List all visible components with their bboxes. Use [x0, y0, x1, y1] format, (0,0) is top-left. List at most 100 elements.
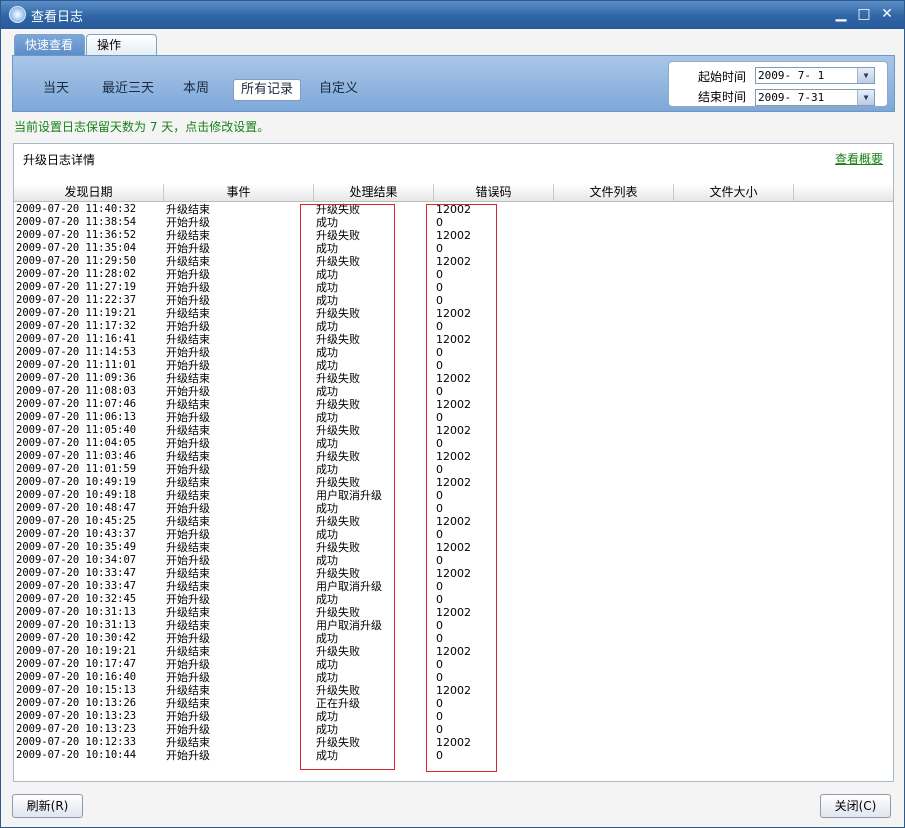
view-summary-link[interactable]: 查看概要 [835, 150, 883, 167]
cell-date: 2009-07-20 11:11:01 [16, 359, 137, 371]
shield-app-icon [9, 6, 26, 23]
cell-date: 2009-07-20 11:14:53 [16, 346, 137, 358]
cell-event: 开始升级 [166, 385, 210, 398]
cell-date: 2009-07-20 10:31:13 [16, 606, 137, 618]
cell-date: 2009-07-20 11:16:41 [16, 333, 137, 345]
close-button[interactable]: 关闭(C) [820, 794, 891, 818]
cell-event: 开始升级 [166, 281, 210, 294]
title-bar[interactable]: 查看日志 ▁ □ ✕ [1, 1, 904, 29]
cell-event: 开始升级 [166, 463, 210, 476]
log-viewer-window: 查看日志 ▁ □ ✕ 快速查看 操作 当天 最近三天 本周 所有记录 自定义 起… [0, 0, 905, 828]
cell-event: 升级结束 [166, 580, 210, 593]
cell-event: 开始升级 [166, 268, 210, 281]
cell-event: 升级结束 [166, 697, 210, 710]
cell-date: 2009-07-20 10:43:37 [16, 528, 137, 540]
cell-date: 2009-07-20 10:16:40 [16, 671, 137, 683]
chevron-down-icon[interactable]: ▼ [857, 90, 874, 105]
retention-notice-link[interactable]: 当前设置日志保留天数为 7 天，点击修改设置。 [14, 118, 269, 135]
tab-quick-view[interactable]: 快速查看 [14, 34, 85, 56]
cell-date: 2009-07-20 11:28:02 [16, 268, 137, 280]
cell-event: 开始升级 [166, 658, 210, 671]
cell-event: 升级结束 [166, 606, 210, 619]
cell-date: 2009-07-20 11:29:50 [16, 255, 137, 267]
cell-event: 升级结束 [166, 684, 210, 697]
cell-date: 2009-07-20 11:17:32 [16, 320, 137, 332]
end-date-value: 2009- 7-31 [758, 91, 825, 104]
range-custom[interactable]: 自定义 [312, 79, 365, 101]
cell-date: 2009-07-20 10:30:42 [16, 632, 137, 644]
cell-date: 2009-07-20 11:09:36 [16, 372, 137, 384]
end-time-label: 结束时间 [698, 90, 747, 104]
cell-event: 升级结束 [166, 450, 210, 463]
range-all-records[interactable]: 所有记录 [233, 79, 302, 101]
cell-event: 开始升级 [166, 242, 210, 255]
cell-date: 2009-07-20 10:35:49 [16, 541, 137, 553]
log-detail-panel: 升级日志详情 查看概要 发现日期 事件 处理结果 错误码 文件列表 文件大小 2… [13, 143, 894, 782]
window-title: 查看日志 [31, 10, 84, 25]
cell-event: 开始升级 [166, 593, 210, 606]
cell-event: 开始升级 [166, 554, 210, 567]
cell-date: 2009-07-20 11:27:19 [16, 281, 137, 293]
cell-date: 2009-07-20 11:22:37 [16, 294, 137, 306]
cell-event: 开始升级 [166, 671, 210, 684]
refresh-button[interactable]: 刷新(R) [12, 794, 83, 818]
cell-date: 2009-07-20 11:01:59 [16, 463, 137, 475]
cell-event: 升级结束 [166, 515, 210, 528]
cell-event: 开始升级 [166, 723, 210, 736]
cell-date: 2009-07-20 10:10:44 [16, 749, 137, 761]
cell-event: 升级结束 [166, 229, 210, 242]
cell-event: 开始升级 [166, 294, 210, 307]
cell-date: 2009-07-20 10:33:47 [16, 567, 137, 579]
cell-date: 2009-07-20 10:13:23 [16, 710, 137, 722]
maximize-icon[interactable]: □ [855, 5, 873, 23]
cell-date: 2009-07-20 10:19:21 [16, 645, 137, 657]
column-header-file-list[interactable]: 文件列表 [554, 184, 674, 202]
time-range-bar: 当天 最近三天 本周 所有记录 自定义 起始时间 2009- 7- 1 ▼ 结束… [12, 55, 895, 112]
cell-date: 2009-07-20 10:32:45 [16, 593, 137, 605]
cell-date: 2009-07-20 11:06:13 [16, 411, 137, 423]
cell-event: 升级结束 [166, 255, 210, 268]
cell-event: 升级结束 [166, 307, 210, 320]
cell-date: 2009-07-20 10:49:19 [16, 476, 137, 488]
cell-event: 开始升级 [166, 320, 210, 333]
minimize-icon[interactable]: ▁ [832, 5, 850, 23]
tab-operations[interactable]: 操作 [86, 34, 157, 56]
cell-date: 2009-07-20 11:05:40 [16, 424, 137, 436]
range-last-three-days[interactable]: 最近三天 [95, 79, 161, 101]
cell-date: 2009-07-20 10:12:33 [16, 736, 137, 748]
cell-event: 升级结束 [166, 541, 210, 554]
cell-event: 开始升级 [166, 216, 210, 229]
column-header-file-size[interactable]: 文件大小 [674, 184, 794, 202]
range-this-week[interactable]: 本周 [176, 79, 216, 101]
cell-event: 开始升级 [166, 411, 210, 424]
cell-event: 升级结束 [166, 489, 210, 502]
cell-event: 升级结束 [166, 333, 210, 346]
cell-date: 2009-07-20 11:38:54 [16, 216, 137, 228]
end-date-combo[interactable]: 2009- 7-31 ▼ [755, 89, 875, 106]
result-column-highlight-box [300, 204, 395, 770]
cell-date: 2009-07-20 11:08:03 [16, 385, 137, 397]
column-header-event[interactable]: 事件 [164, 184, 314, 202]
close-icon[interactable]: ✕ [878, 5, 896, 23]
cell-date: 2009-07-20 11:07:46 [16, 398, 137, 410]
cell-date: 2009-07-20 11:40:32 [16, 203, 137, 215]
cell-event: 升级结束 [166, 203, 210, 216]
cell-event: 升级结束 [166, 736, 210, 749]
column-header-result[interactable]: 处理结果 [314, 184, 434, 202]
error-code-column-highlight-box [426, 204, 497, 772]
range-today[interactable]: 当天 [36, 79, 76, 101]
cell-event: 升级结束 [166, 476, 210, 489]
cell-event: 开始升级 [166, 528, 210, 541]
cell-date: 2009-07-20 10:13:26 [16, 697, 137, 709]
cell-event: 升级结束 [166, 372, 210, 385]
column-header-error-code[interactable]: 错误码 [434, 184, 554, 202]
cell-date: 2009-07-20 10:33:47 [16, 580, 137, 592]
cell-date: 2009-07-20 10:48:47 [16, 502, 137, 514]
cell-event: 开始升级 [166, 437, 210, 450]
start-date-combo[interactable]: 2009- 7- 1 ▼ [755, 67, 875, 84]
cell-event: 升级结束 [166, 567, 210, 580]
chevron-down-icon[interactable]: ▼ [857, 68, 874, 83]
cell-event: 升级结束 [166, 398, 210, 411]
cell-event: 开始升级 [166, 346, 210, 359]
column-header-date[interactable]: 发现日期 [14, 184, 164, 202]
